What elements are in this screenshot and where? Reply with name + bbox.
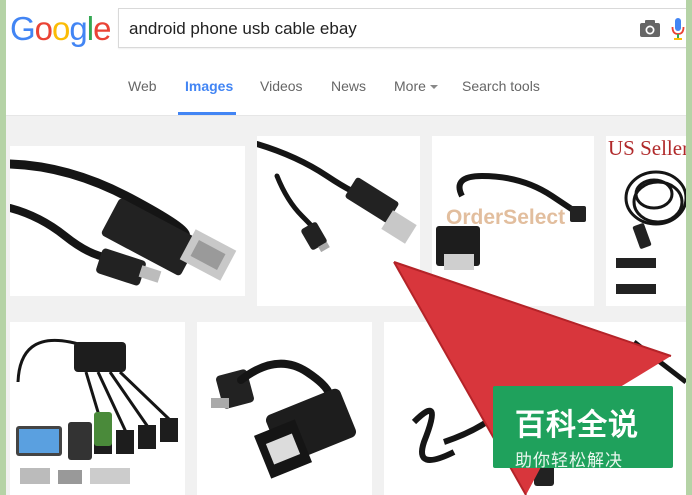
baike-badge: 百科全说 助你轻松解决 [493, 386, 673, 471]
screenshot-frame: Google Web Images Videos News More Searc… [6, 0, 686, 495]
badge-title: 百科全说 [515, 408, 639, 443]
badge-subtitle: 助你轻松解决 [515, 451, 623, 471]
